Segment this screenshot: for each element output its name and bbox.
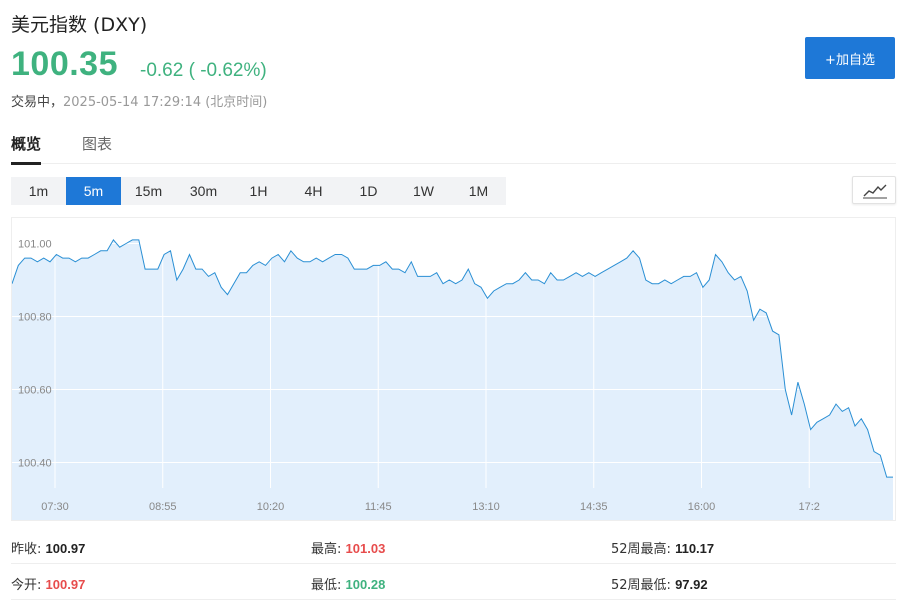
stats-row: 今开: 100.97 最低: 100.28 52周最低: 97.92	[11, 564, 896, 600]
x-tick-label: 16:00	[688, 501, 716, 513]
price-chart[interactable]: 101.00 100.80 100.60 100.40 07:30 08:55 10:20 1…	[11, 217, 896, 521]
y-tick-label: 101.00	[18, 239, 52, 251]
tab-chart[interactable]: 图表	[82, 133, 112, 162]
x-tick-label: 14:35	[580, 501, 608, 513]
trading-status: 交易中，2025-05-14 17:29:14 (北京时间)	[11, 91, 267, 110]
period-selector: 1m 5m 15m 30m 1H 4H 1D 1W 1M	[11, 177, 506, 205]
x-tick-label: 10:20	[257, 501, 285, 513]
stat-label: 最高:	[311, 542, 342, 557]
stat-label: 52周最高:	[611, 542, 671, 557]
y-tick-label: 100.40	[18, 457, 52, 469]
instrument-title: 美元指数 (DXY)	[11, 14, 148, 36]
y-tick-label: 100.60	[18, 384, 52, 396]
x-tick-label: 13:10	[472, 501, 500, 513]
stat-label: 昨收:	[11, 542, 42, 557]
add-watchlist-button[interactable]: +加自选	[805, 37, 895, 79]
period-4h[interactable]: 4H	[286, 177, 341, 205]
stat-high: 最高: 101.03	[311, 538, 385, 557]
period-30m[interactable]: 30m	[176, 177, 231, 205]
period-1mo[interactable]: 1M	[451, 177, 506, 205]
period-1w[interactable]: 1W	[396, 177, 451, 205]
price-chart-svg: 101.00 100.80 100.60 100.40 07:30 08:55 10:20 1…	[12, 218, 895, 520]
price-change: -0.62 ( -0.62%)	[140, 60, 267, 81]
stat-value: 100.97	[45, 577, 86, 592]
period-1d[interactable]: 1D	[341, 177, 396, 205]
chart-type-button[interactable]	[852, 176, 896, 204]
stat-prev-close: 昨收: 100.97	[11, 538, 85, 557]
x-tick-label: 11:45	[365, 501, 392, 513]
tab-overview[interactable]: 概览	[11, 133, 42, 165]
stat-value: 110.17	[675, 541, 715, 556]
x-tick-label: 17:2	[799, 501, 820, 513]
stat-52w-high: 52周最高: 110.17	[611, 538, 714, 557]
trading-state: 交易中，	[11, 95, 64, 110]
period-5m[interactable]: 5m	[66, 177, 121, 205]
stat-label: 最低:	[311, 578, 342, 593]
stat-label: 今开:	[11, 578, 42, 593]
stat-value: 101.03	[345, 541, 386, 556]
stat-value: 100.28	[345, 577, 386, 592]
stat-value: 97.92	[675, 577, 708, 592]
period-15m[interactable]: 15m	[121, 177, 176, 205]
stat-52w-low: 52周最低: 97.92	[611, 574, 708, 593]
x-tick-label: 07:30	[41, 501, 69, 513]
y-tick-label: 100.80	[18, 312, 52, 324]
x-tick-label: 08:55	[149, 501, 177, 513]
line-chart-icon	[863, 184, 887, 199]
stat-open: 今开: 100.97	[11, 574, 85, 593]
stat-label: 52周最低:	[611, 578, 671, 593]
current-price: 100.35	[11, 45, 118, 83]
stats-row: 昨收: 100.97 最高: 101.03 52周最高: 110.17	[11, 528, 896, 564]
period-1m[interactable]: 1m	[11, 177, 66, 205]
status-timestamp: 2025-05-14 17:29:14 (北京时间)	[63, 95, 268, 110]
tab-bar: 概览 图表	[11, 126, 896, 165]
period-1h[interactable]: 1H	[231, 177, 286, 205]
stat-value: 100.97	[45, 541, 86, 556]
stat-low: 最低: 100.28	[311, 574, 385, 593]
